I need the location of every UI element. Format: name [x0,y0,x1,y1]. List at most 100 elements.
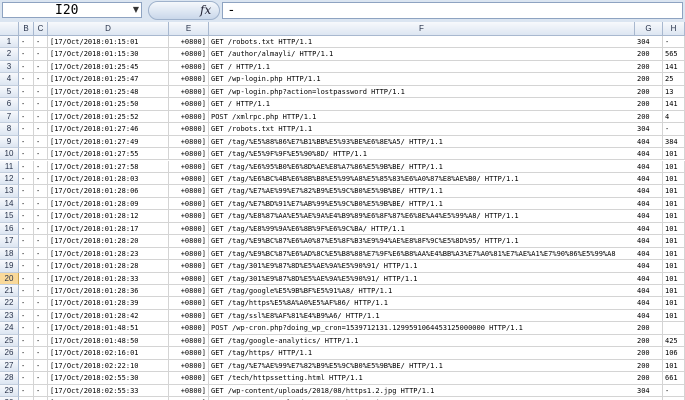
select-all-corner[interactable] [0,22,19,36]
cell-h[interactable]: 101 [663,260,685,273]
cell-g[interactable]: 304 [635,123,663,136]
cell-h[interactable]: 101 [663,247,685,261]
cell-e[interactable]: +0800] [169,85,209,99]
cell-d[interactable]: [17/Oct/2018:01:28:17 [48,222,169,236]
row-header[interactable]: 10 [0,148,19,161]
cell-g[interactable]: 200 [635,110,663,124]
cell-e[interactable]: +0800] [169,110,209,124]
cell-f[interactable]: GET /tag/https/ HTTP/1.1 [209,347,635,360]
row-header[interactable]: 22 [0,297,19,310]
row-header[interactable]: 5 [0,85,19,99]
cell-b[interactable]: - [19,48,34,61]
cell-f[interactable]: GET / HTTP/1.1 [209,61,635,74]
cell-g[interactable]: 404 [635,260,663,273]
cell-f[interactable]: GET /tag/%E6%95%B0%E6%8D%AE%E8%A7%86%E5%… [209,161,635,173]
cell-g[interactable]: 304 [635,36,663,49]
cell-d[interactable]: [17/Oct/2018:01:28:33 [48,272,169,285]
cell-h[interactable]: 25 [663,73,685,86]
row-header[interactable]: 13 [0,185,19,198]
cell-c[interactable]: - [34,297,48,310]
cell-g[interactable]: 200 [635,347,663,360]
cell-h[interactable]: 101 [663,197,685,211]
cell-d[interactable]: [17/Oct/2018:01:28:03 [48,172,169,186]
cell-b[interactable]: - [19,123,34,136]
row-header[interactable]: 11 [0,160,19,173]
cell-g[interactable]: 404 [635,272,663,285]
row-header[interactable]: 9 [0,135,19,149]
cell-b[interactable]: - [19,272,34,285]
cell-b[interactable]: - [19,210,34,223]
cell-e[interactable]: +0800] [169,98,209,111]
cell-d[interactable]: [17/Oct/2018:01:28:09 [48,197,169,211]
cell-b[interactable]: - [19,73,34,86]
insert-function-icon[interactable]: fx [200,2,211,18]
column-header-b[interactable]: B [19,22,34,36]
cell-e[interactable]: +0800] [169,185,209,198]
cell-b[interactable]: - [19,309,34,323]
cell-h[interactable]: - [663,123,685,136]
cell-f[interactable]: GET /tag/301%E9%87%8D%E5%AE%9A%E5%90%91/… [209,273,635,285]
cell-b[interactable]: - [19,148,34,161]
cell-g[interactable]: 404 [635,172,663,186]
cell-e[interactable]: +0800] [169,148,209,161]
cell-f[interactable]: GET /tag/%E7%AE%99%E7%82%B9%E5%9C%B0%E5%… [209,185,635,198]
cell-c[interactable]: - [34,247,48,261]
name-box-dropdown-icon[interactable]: ▼ [130,2,142,18]
cell-d[interactable]: [17/Oct/2018:02:16:01 [48,347,169,360]
cell-h[interactable]: 141 [663,60,685,74]
cell-h[interactable]: 4 [663,110,685,124]
row-header[interactable]: 12 [0,172,19,186]
cell-e[interactable]: +0800] [169,160,209,173]
cell-d[interactable]: [17/Oct/2018:01:25:45 [48,60,169,74]
cell-d[interactable]: [17/Oct/2018:01:28:23 [48,247,169,261]
cell-c[interactable]: - [34,210,48,223]
cell-f[interactable]: GET /tag/301%E9%87%8D%E5%AE%9A%E5%90%91/… [209,260,635,273]
cell-b[interactable]: - [19,297,34,310]
row-header[interactable]: 17 [0,235,19,248]
cell-d[interactable]: [17/Oct/2018:02:55:30 [48,372,169,385]
cell-g[interactable]: 404 [635,197,663,211]
cell-e[interactable]: +0800] [169,384,209,398]
cell-e[interactable]: +0800] [169,309,209,323]
cell-c[interactable]: - [34,197,48,211]
cell-c[interactable]: - [34,48,48,61]
cell-d[interactable]: [17/Oct/2018:01:48:51 [48,322,169,335]
cell-f[interactable]: GET /tag/%E9%BC%87%E6%AD%8C%E5%B8%88%E7%… [209,248,635,261]
cell-d[interactable]: [17/Oct/2018:01:28:20 [48,235,169,248]
cell-h[interactable]: - [663,36,685,49]
cell-b[interactable]: - [19,185,34,198]
cell-f[interactable]: GET /tag/%E5%9F%9F%E5%90%8D/ HTTP/1.1 [209,148,635,161]
cell-d[interactable]: [17/Oct/2018:01:27:55 [48,148,169,161]
cell-f[interactable]: POST /xmlrpc.php HTTP/1.1 [209,111,635,124]
row-header[interactable]: 2 [0,48,19,61]
row-header[interactable]: 7 [0,110,19,124]
row-header[interactable]: 3 [0,60,19,74]
cell-c[interactable]: - [34,135,48,149]
cell-h[interactable]: 101 [663,172,685,186]
cell-c[interactable]: - [34,222,48,236]
cell-e[interactable]: +0800] [169,372,209,385]
cell-f[interactable]: GET /tag/%E7%AE%99%E7%82%B9%E5%9C%B0%E5%… [209,360,635,373]
cell-h[interactable]: 13 [663,85,685,99]
cell-c[interactable]: - [34,73,48,86]
row-header[interactable]: 6 [0,98,19,111]
cell-g[interactable]: 200 [635,334,663,348]
cell-d[interactable]: [17/Oct/2018:01:27:49 [48,135,169,149]
cell-g[interactable]: 404 [635,210,663,223]
cell-d[interactable]: [17/Oct/2018:01:25:47 [48,73,169,86]
cell-f[interactable]: GET /robots.txt HTTP/1.1 [209,123,635,136]
row-header[interactable]: 8 [0,123,19,136]
cell-e[interactable]: +0800] [169,210,209,223]
cell-h[interactable]: 101 [663,210,685,223]
row-header[interactable]: 29 [0,384,19,398]
cell-c[interactable]: - [34,172,48,186]
cell-g[interactable]: 404 [635,160,663,173]
cell-e[interactable]: +0800] [169,73,209,86]
cell-e[interactable]: +0800] [169,247,209,261]
cell-d[interactable]: [17/Oct/2018:01:28:42 [48,309,169,323]
row-header[interactable]: 15 [0,210,19,223]
row-header[interactable]: 26 [0,347,19,360]
cell-b[interactable]: - [19,334,34,348]
row-header[interactable]: 16 [0,222,19,236]
cell-e[interactable]: +0800] [169,123,209,136]
